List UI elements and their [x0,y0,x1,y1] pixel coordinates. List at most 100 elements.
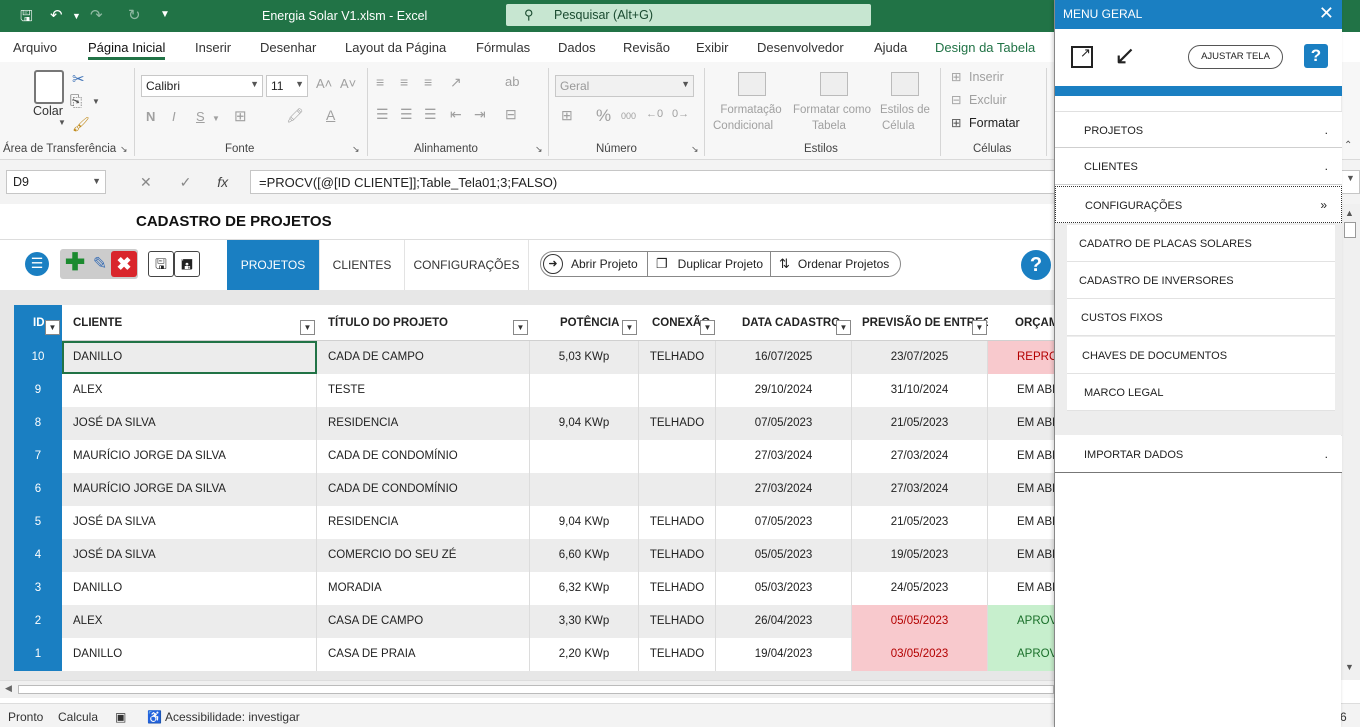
cell-previsao[interactable]: 21/05/2023 [852,407,988,440]
number-launcher-icon[interactable]: ↘ [691,144,699,155]
paste-icon[interactable] [34,70,64,104]
delete-icon[interactable]: ✖ [111,251,137,277]
cell-orc[interactable]: EM ABERTO [988,572,1054,605]
cell-cliente[interactable]: JOSÉ DA SILVA [62,539,317,572]
search-box[interactable]: ⚲ Pesquisar (Alt+G) [506,4,871,26]
cell-previsao[interactable]: 24/05/2023 [852,572,988,605]
cut-icon[interactable]: ✂ [72,70,85,88]
cell-orc[interactable]: EM ABERTO [988,506,1054,539]
cell-cliente[interactable]: DANILLO [62,638,317,671]
tab-exibir[interactable]: Exibir [696,40,729,55]
format-table-icon[interactable] [820,72,848,96]
cell-titulo[interactable]: CASA DE CAMPO [317,605,530,638]
percent-button[interactable]: % [596,106,611,126]
tab-layout[interactable]: Layout da Página [345,40,446,55]
cell-previsao[interactable]: 23/07/2025 [852,341,988,374]
duplicate-project-button[interactable]: ❐ Duplicar Projeto [647,251,771,277]
expand-icon[interactable]: ↗ [1071,45,1093,68]
cell-titulo[interactable]: RESIDENCIA [317,407,530,440]
decrease-indent-icon[interactable]: ⇤ [450,106,462,123]
tab-arquivo[interactable]: Arquivo [13,40,57,55]
tab-desenvolvedor[interactable]: Desenvolvedor [757,40,844,55]
cell-cadastro[interactable]: 07/05/2023 [716,506,852,539]
cell-previsao[interactable]: 27/03/2024 [852,440,988,473]
conditional-format-icon[interactable] [738,72,766,96]
cell-conexao[interactable]: TELHADO [639,572,716,605]
cell-orc[interactable]: EM ABERTO [988,407,1054,440]
cell-cliente[interactable]: JOSÉ DA SILVA [62,407,317,440]
cell-cadastro[interactable]: 27/03/2024 [716,440,852,473]
delete-cells-button[interactable]: Excluir [969,93,1007,107]
status-accessibility[interactable]: Acessibilidade: investigar [165,710,300,724]
conditional-format-label-2[interactable]: Condicional [713,120,773,132]
save-icon[interactable]: 🖫 [20,6,33,31]
cell-cadastro[interactable]: 19/04/2023 [716,638,852,671]
cell-cliente[interactable]: MAURÍCIO JORGE DA SILVA [62,473,317,506]
cell-cliente[interactable]: JOSÉ DA SILVA [62,506,317,539]
tab-desenhar[interactable]: Desenhar [260,40,316,55]
align-right-icon[interactable]: ☰ [424,106,437,123]
table-row[interactable]: 10 DANILLO CADA DE CAMPO 5,03 KWp TELHADO 16/… [14,341,1054,374]
close-icon[interactable]: ✕ [1319,3,1334,24]
copy-dropdown-icon[interactable]: ▼ [92,97,100,106]
add-icon[interactable]: ✚ [62,251,88,277]
cell-cadastro[interactable]: 29/10/2024 [716,374,852,407]
tab-clientes[interactable]: CLIENTES [320,240,405,290]
table-row[interactable]: 9ALEXTESTE 29/10/202431/10/2024EM ABERTO [14,374,1054,407]
accounting-icon[interactable]: ⊞ [561,107,573,124]
cell-cliente[interactable]: MAURÍCIO JORGE DA SILVA [62,440,317,473]
table-row[interactable]: 3 DANILLO MORADIA 6,32 KWp TELHADO 05/03/2023… [14,572,1054,605]
enter-icon[interactable]: ✓ [180,174,192,190]
tab-revisao[interactable]: Revisão [623,40,670,55]
format-painter-icon[interactable]: 🖌 [72,116,90,133]
submenu-item-inversores[interactable]: CADASTRO DE INVERSORES [1067,262,1335,299]
cell-potencia[interactable]: 6,60 KWp [530,539,639,572]
filter-dropdown-icon[interactable]: ▼ [45,320,60,335]
cell-orc[interactable]: EM ABERTO [988,374,1054,407]
tab-configuracoes[interactable]: CONFIGURAÇÕES [405,240,529,290]
undo-dropdown-icon[interactable]: ▼ [72,11,81,21]
submenu-item-marco-legal[interactable]: MARCO LEGAL [1067,374,1335,411]
submenu-item-placas[interactable]: CADATRO DE PLACAS SOLARES [1067,225,1335,262]
cell-conexao[interactable]: TELHADO [639,407,716,440]
align-top-icon[interactable]: ≡ [376,74,384,90]
vertical-scrollbar[interactable]: ▲ ▼ [1341,204,1360,680]
font-size-select[interactable]: 11 ▼ [266,75,308,97]
cell-cadastro[interactable]: 07/05/2023 [716,407,852,440]
cell-titulo[interactable]: CASA DE PRAIA [317,638,530,671]
filter-dropdown-icon[interactable]: ▼ [836,320,851,335]
cell-cliente[interactable]: DANILLO [62,572,317,605]
table-row[interactable]: 5 JOSÉ DA SILVA RESIDENCIA 9,04 KWp TELHADO 0… [14,506,1054,539]
insert-cells-button[interactable]: Inserir [969,70,1004,84]
filter-dropdown-icon[interactable]: ▼ [700,320,715,335]
shrink-icon[interactable]: ↙ [1114,40,1136,71]
cell-potencia[interactable]: 6,32 KWp [530,572,639,605]
cell-cadastro[interactable]: 16/07/2025 [716,341,852,374]
insert-function-icon[interactable]: fx [217,174,228,190]
table-row[interactable]: 2 ALEX CASA DE CAMPO 3,30 KWp TELHADO 26/04/2… [14,605,1054,638]
cell-id[interactable]: 9 [14,374,62,407]
font-color-icon[interactable]: A [326,107,335,123]
table-row[interactable]: 6 MAURÍCIO JORGE DA SILVA CADA DE CONDOMÍN… [14,473,1054,506]
cell-orc[interactable]: APROVADO [988,605,1054,638]
cell-previsao[interactable]: 05/05/2023 [852,605,988,638]
cell-potencia[interactable] [530,440,639,473]
cell-conexao[interactable]: TELHADO [639,638,716,671]
redo-icon[interactable]: ↷ [90,6,103,24]
cell-id[interactable]: 7 [14,440,62,473]
menu-item-importar[interactable]: IMPORTAR DADOS . [1055,436,1342,473]
cell-cadastro[interactable]: 27/03/2024 [716,473,852,506]
horizontal-scrollbar[interactable]: ◀ [0,680,1054,698]
cell-styles-icon[interactable] [891,72,919,96]
filter-dropdown-icon[interactable]: ▼ [622,320,637,335]
cell-previsao[interactable]: 27/03/2024 [852,473,988,506]
cell-conexao[interactable]: TELHADO [639,539,716,572]
copy-icon[interactable]: ⎘ [70,93,82,110]
borders-icon[interactable]: ⊞ [234,107,247,125]
cell-id[interactable]: 5 [14,506,62,539]
undo-icon[interactable]: ↶ [50,6,63,24]
expand-formula-bar-icon[interactable]: ▼ [1346,173,1355,183]
scroll-thumb[interactable] [1344,222,1356,238]
format-table-label-2[interactable]: Tabela [812,120,846,132]
cell-potencia[interactable]: 3,30 KWp [530,605,639,638]
